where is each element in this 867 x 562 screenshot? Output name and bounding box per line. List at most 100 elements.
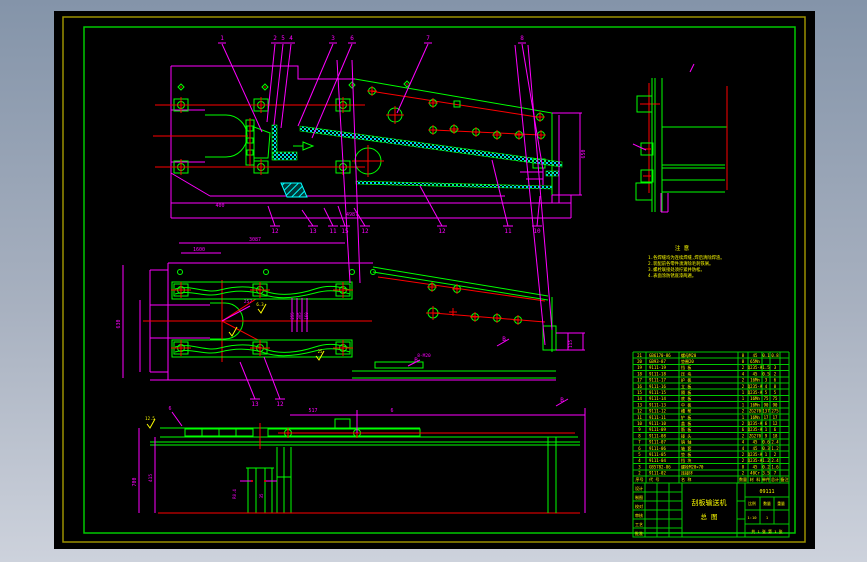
dimension-v3_top2: 6 [390,408,393,414]
bom-cell: 9111-12 [649,409,666,414]
bom-cell: 垫圈20 [681,358,694,364]
balloon-bottom: 12 [438,228,446,235]
dimension-v2_width: 630 [116,319,122,328]
bom-cell: 17 [764,415,769,420]
bom-header: 序号 [636,476,644,482]
bom-cell: GB5782-86 [649,464,671,469]
bom-cell: 螺栓M20×70 [681,463,704,469]
bom-cell: Q235-A [748,365,763,370]
bom-header: 代 号 [649,476,659,482]
roughness-r2: 6.3 [256,302,264,307]
bom-cell: 90 [773,402,778,407]
bom-cell: Q235-A [748,421,763,426]
bom-cell: 16Mn [750,402,760,407]
bom-cell: ZG270 [749,433,762,438]
balloon-top: 7 [426,35,430,42]
bom-cell: 45 [753,440,758,445]
roughness-r3: 25 [318,349,323,354]
bom-cell: 盖 板 [681,420,691,426]
bom-cell: 0.8 [771,353,779,358]
balloon-top: 5 [281,35,285,42]
bom-cell: 9111-17 [649,378,666,383]
drawing-canvas[interactable]: 注 意 1.各焊缝均为连续焊缝,焊后清除焊渣。 2.装配前各零件须清除毛刺铁屑。… [0,0,867,562]
bom-cell: GB93-87 [649,359,666,364]
note-line: 4.表面涂防锈底漆两遍。 [648,272,696,279]
scale-label: 比例 [748,501,756,506]
bom-cell: Q235-A [748,458,763,463]
bom-cell: 19 [637,365,642,370]
balloon-bottom: 11 [329,228,337,235]
bom-cell: GB6170-86 [649,353,671,358]
bom-cell: 21 [637,353,642,358]
note-line: 1.各焊缝均为连续焊缝,焊后清除焊渣。 [648,254,725,261]
bom-cell: 15 [637,390,642,395]
bom-cell: 18 [773,433,778,438]
bom-cell: 槽 帮 [681,408,691,414]
bom-cell: 16Mn [750,396,760,401]
bom-cell: 9111-14 [649,396,666,401]
bom-cell: Q235-A [748,384,763,389]
bom-cell: 45 [753,446,758,451]
bom-cell: 压 块 [681,370,691,376]
balloon-top: 1 [220,35,224,42]
bom-cell: 137 [762,409,770,414]
balloon-top: 8 [520,35,524,42]
scale-value: 1:10 [747,515,757,520]
bom-cell: 0.2 [762,464,770,469]
bom-cell: Q235-A [748,427,763,432]
bom-cell: 螺母M20 [681,352,697,358]
bom-cell: 12 [773,421,778,426]
bom-cell: 45 [753,464,758,469]
bom-cell: 立 板 [681,383,691,389]
dimension-v3_r: R0.4 [232,489,237,499]
bom-cell: 14 [637,396,642,401]
drawing-number: 09111 [759,489,774,495]
bom-cell: 销 轴 [681,439,691,445]
drawing-subtitle: 总 图 [701,512,718,521]
bom-cell: 65Mn [750,359,760,364]
titleblock-role: 设计 [635,485,643,491]
bom-header: 数量 [739,476,747,482]
bom-cell: 隔 板 [681,389,691,395]
bom-cell: 挡 板 [681,364,691,370]
bom-cell: 9111-07 [649,440,666,445]
bom-cell: 2.4 [771,458,779,463]
bom-cell: 75 [764,396,769,401]
balloon-bottom: 15 [341,228,349,235]
bom-cell: 9111-15 [649,390,666,395]
bom-cell: 接 头 [681,432,691,438]
bom-cell: 0.6 [762,440,770,445]
bom-cell: 75 [773,396,778,401]
bom-cell: 11 [637,415,642,420]
bom-cell: 3.5 [762,471,770,476]
bom-cell: 1.2 [771,446,779,451]
bom-cell: 9111-10 [649,421,666,426]
titleblock-role: 工艺 [635,522,643,527]
bom-header: 名 称 [681,476,691,482]
bom-cell: 13 [637,402,642,407]
bom-cell: 1.2 [762,458,770,463]
bom-header: 备注 [781,476,789,482]
bom-cell: 9111-05 [649,452,666,457]
bom-cell: 底 板 [681,395,691,401]
bom-cell: ZG270 [749,409,762,414]
sheet-count: 共 1 张 第 1 张 [751,529,782,534]
bom-cell: 轴 套 [681,445,691,451]
bom-cell: 9111-08 [649,433,666,438]
bom-cell: 90 [764,402,769,407]
bom-cell: 9111-19 [649,365,666,370]
bom-cell: 9111-02 [649,471,666,476]
dimension-v2_diag: 257 [244,299,252,305]
titleblock-role: 审核 [635,512,643,518]
dimension-v3_top1: 517 [308,408,317,414]
dimension-v2_len2: 1600 [193,247,205,253]
bom-cell: 1.6 [771,464,779,469]
bom-cell: 275 [771,409,779,414]
bom-header: 总计 [771,476,779,482]
dimension-v1_height: 650 [581,149,587,158]
dimension-v1_total: 4987 [346,212,358,218]
bom-cell: 9111-11 [649,415,666,420]
balloon-top: 2 [273,35,277,42]
bom-cell: 9111-13 [649,402,666,407]
bom-cell: 10 [637,421,642,426]
